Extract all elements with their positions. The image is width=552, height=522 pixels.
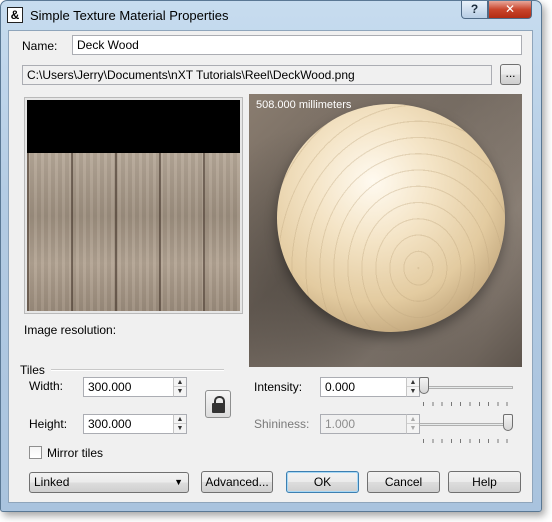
texture-image — [27, 100, 240, 311]
tiles-group-divider — [51, 369, 224, 371]
mirror-tiles-label: Mirror tiles — [47, 446, 103, 460]
name-label: Name: — [22, 39, 58, 53]
width-spinner[interactable]: ▲ ▼ — [173, 377, 187, 397]
mirror-tiles-checkbox[interactable] — [29, 446, 42, 459]
chevron-down-icon: ▼ — [174, 477, 183, 487]
spin-down-icon[interactable]: ▼ — [174, 424, 186, 433]
shininess-spinner[interactable]: ▲ ▼ — [406, 414, 420, 434]
spin-down-icon[interactable]: ▼ — [174, 387, 186, 396]
image-resolution-label: Image resolution: — [24, 323, 117, 337]
height-spinner[interactable]: ▲ ▼ — [173, 414, 187, 434]
shininess-slider-thumb[interactable] — [503, 414, 513, 431]
material-preview[interactable]: 508.000 millimeters — [249, 94, 522, 367]
cancel-button[interactable]: Cancel — [367, 471, 440, 493]
tiles-group-label: Tiles — [20, 363, 45, 377]
spin-down-icon[interactable]: ▼ — [407, 387, 419, 396]
shininess-label: Shininess: — [254, 417, 310, 431]
intensity-slider-ticks — [423, 402, 513, 406]
preview-sphere — [277, 104, 505, 332]
intensity-input[interactable]: 0.000 — [320, 377, 407, 397]
intensity-spinner[interactable]: ▲ ▼ — [406, 377, 420, 397]
title-help-button[interactable]: ? — [461, 1, 488, 19]
width-input[interactable]: 300.000 — [83, 377, 174, 397]
preview-size-label: 508.000 millimeters — [256, 99, 352, 111]
window-title: Simple Texture Material Properties — [30, 8, 229, 23]
spin-down-icon[interactable]: ▼ — [407, 424, 419, 433]
texture-thumbnail-frame — [24, 97, 243, 314]
dialog-client-area: Name: Deck Wood C:\Users\Jerry\Documents… — [8, 30, 533, 503]
height-input[interactable]: 300.000 — [83, 414, 174, 434]
spin-up-icon[interactable]: ▲ — [407, 378, 419, 387]
dialog-window: & Simple Texture Material Properties ? ✕… — [0, 0, 542, 512]
shininess-slider-track[interactable] — [419, 423, 513, 426]
material-app-icon: & — [7, 7, 23, 23]
help-button[interactable]: Help — [448, 471, 521, 493]
close-button[interactable]: ✕ — [488, 1, 532, 19]
spin-up-icon[interactable]: ▲ — [174, 378, 186, 387]
intensity-label: Intensity: — [254, 380, 303, 394]
width-label: Width: — [29, 379, 64, 393]
spin-up-icon[interactable]: ▲ — [407, 415, 419, 424]
shininess-slider-ticks — [423, 439, 513, 443]
name-input[interactable]: Deck Wood — [72, 35, 522, 55]
link-mode-value: Linked — [34, 475, 70, 489]
intensity-slider-thumb[interactable] — [419, 377, 429, 394]
height-label: Height: — [29, 417, 68, 431]
title-bar[interactable]: & Simple Texture Material Properties ? ✕ — [1, 1, 541, 29]
browse-button[interactable]: ... — [500, 64, 521, 85]
spin-up-icon[interactable]: ▲ — [174, 415, 186, 424]
file-path-field: C:\Users\Jerry\Documents\nXT Tutorials\R… — [22, 65, 492, 85]
link-mode-dropdown[interactable]: Linked ▼ — [29, 472, 189, 493]
lock-icon-body — [212, 403, 225, 413]
shininess-input[interactable]: 1.000 — [320, 414, 407, 434]
texture-letterbox — [27, 100, 240, 153]
aspect-lock-button[interactable] — [205, 390, 231, 418]
intensity-slider-track[interactable] — [419, 386, 513, 389]
advanced-button[interactable]: Advanced... — [201, 471, 273, 493]
texture-wood-planks — [27, 153, 240, 311]
ok-button[interactable]: OK — [286, 471, 359, 493]
